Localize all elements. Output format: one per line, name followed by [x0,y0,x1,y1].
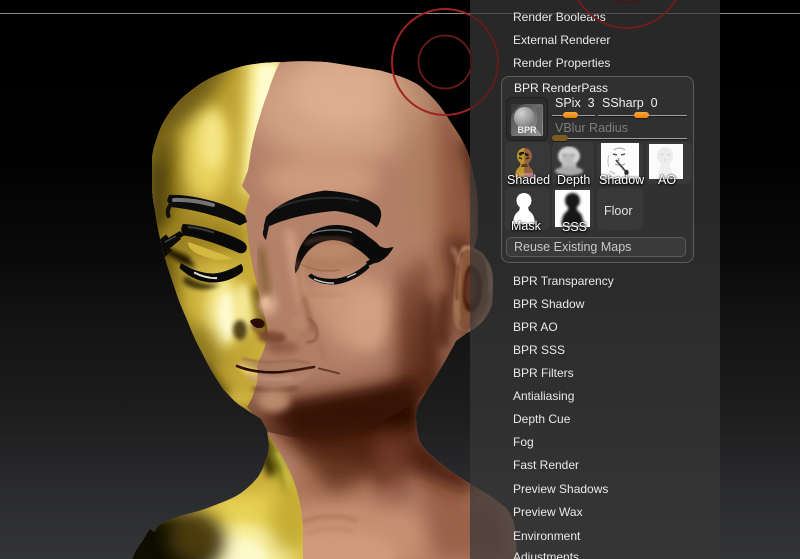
svg-text:BPR: BPR [517,125,537,135]
